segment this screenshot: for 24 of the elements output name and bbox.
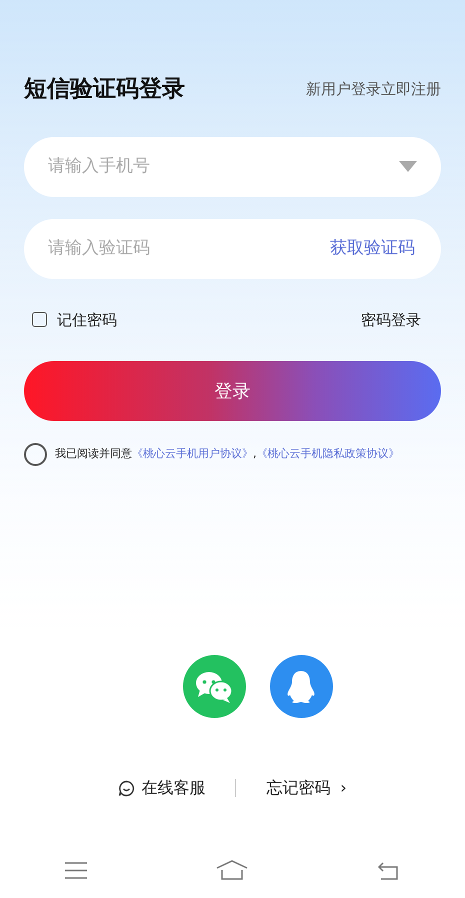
code-field[interactable]: 请输入验证码 获取验证码	[24, 218, 441, 278]
page-title: 短信验证码登录	[24, 75, 185, 104]
remember-checkbox[interactable]	[32, 312, 47, 328]
agreement-link[interactable]: 《桃心云手机隐私政策协议》	[256, 447, 400, 460]
phone-field[interactable]: 请输入手机号	[24, 136, 441, 196]
penguin-icon	[286, 670, 316, 704]
online-service-link[interactable]: 在线客服	[118, 776, 206, 800]
chat-bubbles-icon	[194, 670, 234, 704]
register-link[interactable]: 新用户登录立即注册	[306, 78, 441, 100]
back-icon[interactable]	[376, 860, 400, 880]
phone-input-field[interactable]: 请输入手机号	[48, 154, 399, 180]
chat-bubble-icon	[118, 780, 136, 796]
forgot-password-link[interactable]: 忘记密码 ›	[266, 776, 347, 800]
agree-radio[interactable]	[24, 443, 47, 466]
login-button[interactable]: 登录	[24, 361, 441, 421]
agreement-text: 我已阅读并同意《桃心云手机用户协议》,《桃心云手机隐私政策协议》	[55, 446, 400, 462]
code-input-field[interactable]: 请输入验证码	[48, 236, 330, 262]
dropdown-triangle-icon[interactable]	[399, 161, 417, 172]
get-code-button[interactable]: 获取验证码	[330, 236, 415, 262]
password-login-link[interactable]: 密码登录	[361, 308, 421, 331]
menu-icon[interactable]	[64, 862, 86, 878]
home-icon[interactable]	[216, 860, 248, 880]
remember-label: 记住密码	[57, 310, 117, 330]
agreement-link[interactable]: 《桃心云手机用户协议》	[132, 447, 253, 460]
